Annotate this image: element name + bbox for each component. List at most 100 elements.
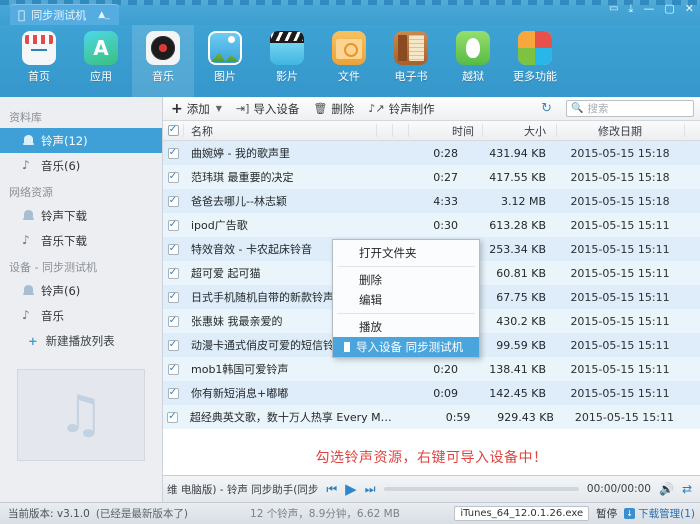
sidebar-item-device-music[interactable]: ♪ 音乐	[0, 303, 162, 328]
player-track-title: 维 电脑版) - 铃声 同步助手(同步	[167, 483, 319, 496]
column-header-size[interactable]: 大小	[482, 121, 556, 140]
row-checkbox-cell[interactable]	[163, 195, 183, 207]
context-menu-item[interactable]: 编辑	[333, 290, 479, 310]
nav-item-photos[interactable]: 图片	[194, 25, 256, 97]
sidebar-item-ringtones-library[interactable]: 铃声(12)	[0, 128, 162, 153]
row-checkbox-cell[interactable]	[163, 243, 183, 255]
photos-icon	[208, 31, 242, 65]
context-menu-item[interactable]: 打开文件夹	[333, 243, 479, 263]
nav-item-apps[interactable]: 应用	[70, 25, 132, 97]
context-menu-item[interactable]: 导入设备 同步测试机	[333, 337, 479, 357]
search-input[interactable]	[587, 102, 689, 115]
row-checkbox[interactable]	[167, 339, 179, 351]
cell-name: mob1韩国可爱铃声	[191, 363, 289, 376]
next-icon[interactable]: ⏭	[365, 482, 376, 497]
row-checkbox[interactable]	[167, 243, 179, 255]
row-checkbox[interactable]	[167, 387, 179, 399]
column-header-time[interactable]: 时间	[408, 121, 482, 140]
sidebar-item-device-ringtones[interactable]: 铃声(6)	[0, 278, 162, 303]
row-checkbox[interactable]	[167, 219, 179, 231]
previous-icon[interactable]: ⏮	[326, 482, 337, 497]
nav-item-music[interactable]: 音乐	[132, 25, 194, 97]
nav-item-movies[interactable]: 影片	[256, 25, 318, 97]
search-box[interactable]: 🔍	[566, 100, 694, 117]
ringtone-maker-button[interactable]: ♪↗ 铃声制作	[368, 101, 434, 117]
column-header-extra-1[interactable]	[376, 121, 392, 140]
add-button[interactable]: + 添加 ▼	[171, 101, 222, 117]
device-tab[interactable]:  同步测试机 ▲_	[10, 4, 119, 25]
volume-icon[interactable]: 🔊	[659, 482, 674, 496]
row-checkbox-cell[interactable]	[163, 363, 183, 375]
download-manager-button[interactable]: ↓ 下载管理(1)	[624, 506, 695, 521]
row-checkbox[interactable]	[167, 363, 179, 375]
row-checkbox-cell[interactable]	[163, 291, 183, 303]
minimize-button[interactable]: —	[643, 3, 654, 14]
delete-button[interactable]: 🗑 删除	[313, 101, 354, 117]
nav-item-home[interactable]: 首页	[8, 25, 70, 97]
refresh-icon[interactable]: ↻	[541, 101, 552, 116]
cell-time: 0:20	[433, 362, 458, 376]
eject-icon[interactable]: ▲_	[98, 10, 109, 20]
cell-name: 爸爸去哪儿--林志颖	[191, 195, 287, 208]
chevron-down-icon[interactable]: ▼	[216, 104, 222, 113]
download-manager-label: 下载管理(1)	[638, 508, 695, 520]
context-menu-item[interactable]: 播放	[333, 317, 479, 337]
select-all-checkbox[interactable]	[167, 125, 179, 136]
column-header-date[interactable]: 修改日期	[556, 121, 684, 140]
cell-time: 0:59	[445, 410, 471, 424]
status-bar: 当前版本: v3.1.0 (已经是最新版本了) 12 个铃声，8.9分钟，6.6…	[0, 502, 700, 524]
table-row[interactable]: 爸爸去哪儿--林志颖 4:33 3.12 MB 2015-05-15 15:18	[163, 189, 700, 213]
row-checkbox-cell[interactable]	[163, 219, 183, 231]
table-row[interactable]: 曲婉婷 - 我的歌声里 0:28 431.94 KB 2015-05-15 15:18	[163, 141, 700, 165]
row-checkbox[interactable]	[167, 291, 179, 303]
collapse-icon[interactable]: ⤓	[629, 3, 634, 14]
row-checkbox-cell[interactable]	[163, 339, 183, 351]
row-checkbox[interactable]	[167, 195, 179, 207]
sidebar-item-new-playlist[interactable]: + 新建播放列表	[0, 328, 162, 353]
table-row[interactable]: mob1韩国可爱铃声 0:20 138.41 KB 2015-05-15 15:11	[163, 357, 700, 381]
download-filename[interactable]: iTunes_64_12.0.1.26.exe	[454, 506, 590, 521]
row-checkbox[interactable]	[166, 411, 178, 423]
sidebar-group-library: 资料库	[9, 111, 42, 124]
row-checkbox[interactable]	[167, 267, 179, 279]
nav-label-home: 首页	[28, 70, 50, 83]
table-row[interactable]: 范玮琪 最重要的决定 0:27 417.55 KB 2015-05-15 15:18	[163, 165, 700, 189]
table-row[interactable]: 你有新短消息+嘟嘟 0:09 142.45 KB 2015-05-15 15:11	[163, 381, 700, 405]
context-menu-item[interactable]: 删除	[333, 270, 479, 290]
message-icon[interactable]: ▭	[609, 3, 618, 14]
row-checkbox-cell[interactable]	[163, 147, 183, 159]
nav-item-more[interactable]: 更多功能	[504, 25, 566, 97]
nav-item-files[interactable]: 文件	[318, 25, 380, 97]
row-checkbox[interactable]	[167, 315, 179, 327]
progress-slider[interactable]	[383, 487, 579, 491]
select-all-cell[interactable]	[163, 121, 183, 140]
appstore-icon	[84, 31, 118, 65]
sidebar-item-music-library[interactable]: ♪ 音乐(6)	[0, 153, 162, 178]
play-icon[interactable]: ▶	[345, 480, 357, 498]
nav-item-ebook[interactable]: 电子书	[380, 25, 442, 97]
row-checkbox[interactable]	[167, 171, 179, 183]
context-menu[interactable]: 打开文件夹删除 编辑播放 导入设备 同步测试机	[332, 239, 480, 358]
download-pause-button[interactable]: 暂停	[596, 506, 617, 521]
row-checkbox-cell[interactable]	[163, 315, 183, 327]
close-button[interactable]: ✕	[685, 3, 694, 14]
column-header-extra-2[interactable]	[392, 121, 408, 140]
row-checkbox-cell[interactable]	[163, 171, 183, 183]
row-checkbox-cell[interactable]	[163, 411, 182, 423]
cell-name: 你有新短消息+嘟嘟	[191, 387, 289, 400]
table-row[interactable]: ipod广告歌 0:30 613.28 KB 2015-05-15 15:11	[163, 213, 700, 237]
playlist-icon[interactable]: ⇄	[682, 482, 692, 496]
column-header-end	[684, 121, 700, 140]
row-checkbox-cell[interactable]	[163, 267, 183, 279]
table-row[interactable]: 超经典英文歌，数十万人热享 Every Mome 0:59 929.43 KB 201…	[163, 405, 700, 429]
cell-name: 超经典英文歌，数十万人热享 Every Mome	[189, 411, 393, 424]
import-device-button[interactable]: ⇥] 导入设备	[236, 101, 300, 117]
sidebar-item-music-download[interactable]: ♪ 音乐下载	[0, 228, 162, 253]
content-toolbar: + 添加 ▼ ⇥] 导入设备 🗑 删除 ♪↗ 铃声制作 ↻ 🔍 搜索	[163, 97, 700, 121]
maximize-button[interactable]: ▢	[664, 3, 674, 14]
row-checkbox-cell[interactable]	[163, 387, 183, 399]
column-header-name[interactable]: 名称	[183, 121, 376, 140]
sidebar-item-ringtone-download[interactable]: 铃声下载	[0, 203, 162, 228]
row-checkbox[interactable]	[167, 147, 179, 159]
nav-item-jailbreak[interactable]: 越狱	[442, 25, 504, 97]
